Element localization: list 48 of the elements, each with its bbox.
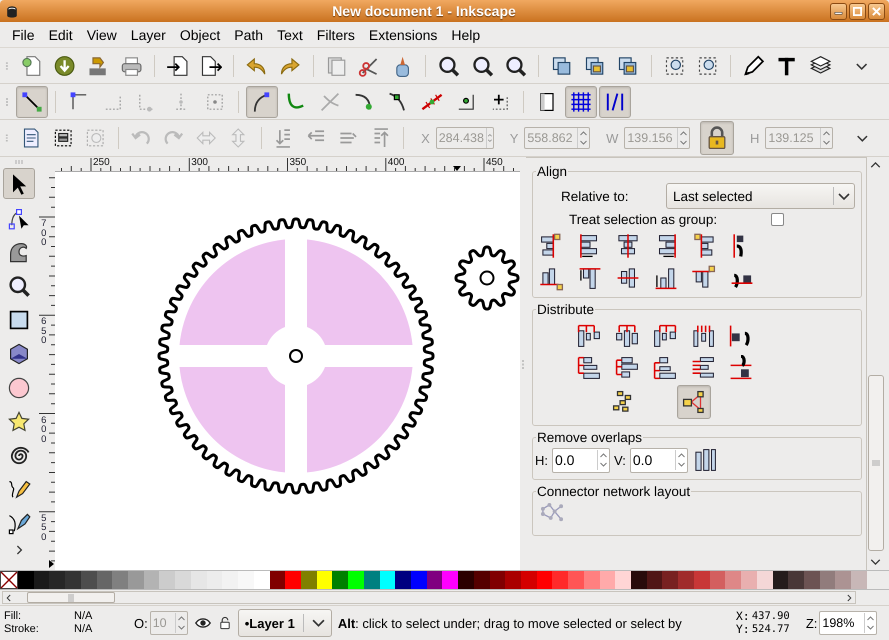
field-label: W [606,130,618,146]
stroke-value: N/A [74,623,94,636]
ruler-label: 400 [388,158,404,168]
ruler-label: 450 [486,158,503,168]
window-title: New document 1 - Inkscape [331,3,517,19]
checkbox-label: Treat selection as group: [569,212,718,227]
zoom-label: Z: [806,616,818,630]
field-label: V: [614,452,626,468]
menu-item[interactable]: View [78,26,123,42]
y-value: 524.77 [752,623,791,636]
ruler-label: 300 [191,158,208,168]
menu-item[interactable]: Extensions [360,26,444,42]
menu-item[interactable]: Filters [308,26,361,42]
number-field[interactable]: 0.0 [630,448,688,472]
ruler-label: 250 [93,158,110,168]
ruler-label: 700 [40,219,48,248]
status-message: Alt: click to select under; drag to move selected or select by [338,616,683,630]
fill-label: Fill: [4,610,22,623]
zoom-field[interactable]: 198% [819,611,878,635]
x-label: X: [736,610,751,623]
field-label: H: [535,452,548,468]
y-label: Y: [736,623,751,636]
menu-item[interactable]: Edit [40,26,79,42]
x-value: 437.90 [752,610,791,623]
section-title: Distribute [536,302,596,317]
fill-value: N/A [74,610,94,623]
section-title: Connector network layout [536,484,692,499]
menu-item[interactable]: Text [269,26,309,42]
opacity-label: O: [134,616,148,630]
field-label: X [421,130,430,146]
field-label: H [750,130,760,146]
relative-to-dropdown[interactable]: Last selected [666,183,855,209]
menu-item[interactable]: File [4,26,41,42]
menu-item[interactable]: Layer [122,26,172,42]
ruler-label: 550 [40,514,48,542]
menu-item[interactable]: Object [172,26,226,42]
stroke-label: Stroke: [4,623,40,636]
menu-item[interactable]: Path [226,26,270,42]
section-title: Remove overlaps [536,430,644,445]
section-title: Align [536,164,568,179]
ruler-label: 650 [40,317,48,346]
layer-dropdown[interactable]: •Layer 1 [238,609,332,637]
ruler-label: 600 [40,416,48,444]
field-label: Y [510,130,518,146]
menu-item[interactable]: Help [443,26,486,42]
number-field[interactable]: 0.0 [552,448,610,472]
field-label: Relative to: [561,188,629,204]
ruler-label: 350 [290,158,306,168]
